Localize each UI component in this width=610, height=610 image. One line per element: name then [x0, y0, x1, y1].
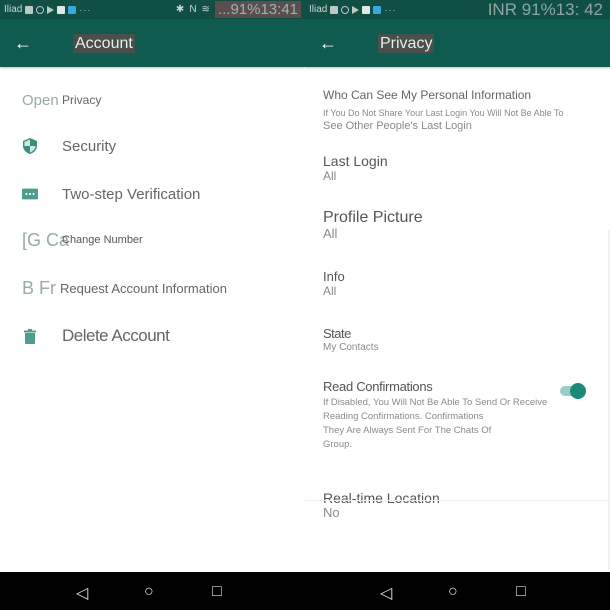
back-arrow-icon[interactable]: ←	[14, 33, 44, 54]
section-header: Who Can See My Personal Information If Y…	[323, 88, 610, 133]
privacy-settings-list: Who Can See My Personal Information If Y…	[323, 80, 610, 520]
section-note: See Other People's Last Login	[323, 120, 472, 132]
status-bar: Iliad ··· ✱ N ≋ ...91%13:41	[0, 0, 305, 19]
play-icon	[352, 5, 360, 14]
privacy-item-last-login[interactable]: Last Login All	[323, 153, 610, 183]
mail-icon	[330, 5, 339, 14]
sync-icon	[341, 5, 350, 14]
status-left: Iliad ···	[4, 4, 91, 15]
privacy-item-value: All	[323, 226, 338, 241]
section-title: Who Can See My Personal Information	[323, 88, 532, 102]
status-left: Iliad ···	[309, 4, 396, 15]
privacy-item-description: Group.	[323, 439, 353, 450]
more-notifications-icon: ···	[384, 4, 397, 15]
nav-home-button[interactable]: ○	[144, 583, 154, 601]
battery-time-label: ...91%13:41	[214, 1, 301, 18]
battery-time-label: INR 91%13: 42	[487, 0, 603, 19]
carrier-label: Iliad	[4, 4, 23, 15]
settings-item-security[interactable]: Security	[0, 120, 305, 172]
privacy-item-description: Reading Confirmations. Confirmations	[323, 411, 484, 422]
sync-icon	[36, 5, 45, 14]
privacy-item-realtime-location[interactable]: Real-time Location No	[323, 490, 610, 520]
settings-item-label: Two-step Verification	[62, 185, 201, 203]
app-toolbar: ← Privacy	[305, 19, 610, 67]
dots-icon	[22, 186, 38, 202]
section-note: If You Do Not Share Your Last Login You …	[323, 108, 564, 118]
privacy-item-value: No	[323, 505, 340, 520]
nav-back-button[interactable]: ◁	[76, 583, 88, 603]
privacy-item-description: They Are Always Sent For The Chats Of	[323, 425, 492, 436]
settings-item-request-account-info[interactable]: B Fr Request Account Information	[0, 264, 305, 312]
app-icon	[57, 5, 66, 14]
privacy-item-description: If Disabled, You Will Not Be Able To Sen…	[323, 397, 548, 408]
privacy-item-value: My Contacts	[323, 342, 379, 353]
privacy-item-read-confirmations[interactable]: Read Confirmations If Disabled, You Will…	[323, 379, 610, 452]
lock-icon: Open	[22, 91, 59, 109]
privacy-item-info[interactable]: Info All	[323, 269, 610, 298]
privacy-item-profile-picture[interactable]: Profile Picture All	[323, 209, 610, 241]
play-icon	[47, 5, 55, 14]
settings-item-delete-account[interactable]: Delete Account	[0, 312, 305, 360]
privacy-item-title: Profile Picture	[323, 209, 423, 226]
privacy-item-title: Info	[323, 269, 345, 284]
bluetooth-icon: ✱	[175, 4, 185, 15]
status-right: ✱ N ≋ ...91%13:41	[176, 1, 301, 18]
account-screen: Iliad ··· ✱ N ≋ ...91%13:41 ← Account Op…	[0, 0, 305, 572]
nfc-icon: N	[189, 4, 197, 15]
document-icon: B Fr	[22, 277, 56, 298]
page-title: Account	[73, 33, 135, 53]
privacy-item-title: State	[323, 326, 351, 341]
nav-back-button[interactable]: ◁	[380, 583, 392, 603]
settings-item-label: Security	[62, 137, 117, 155]
status-bar: Iliad ··· INR 91%13: 42	[305, 0, 610, 19]
privacy-screen: Iliad ··· INR 91%13: 42 ← Privacy Who Ca…	[305, 0, 610, 572]
settings-item-label: Privacy	[62, 93, 102, 107]
settings-item-two-step-verification[interactable]: Two-step Verification	[0, 172, 305, 216]
wifi-icon: ≋	[201, 4, 210, 15]
back-arrow-icon[interactable]: ←	[319, 33, 349, 54]
app-icon	[68, 5, 77, 14]
privacy-item-value: All	[323, 284, 337, 298]
screens: Iliad ··· ✱ N ≋ ...91%13:41 ← Account Op…	[0, 0, 610, 572]
status-right: INR 91%13: 42	[485, 1, 606, 18]
app-icon	[362, 5, 371, 14]
settings-item-privacy[interactable]: Open Privacy	[0, 80, 305, 120]
privacy-item-title: Real-time Location	[323, 490, 440, 506]
toggle-thumb	[570, 383, 586, 399]
nav-recents-button[interactable]: □	[212, 583, 222, 601]
carrier-label: Iliad	[309, 4, 328, 15]
privacy-item-value: All	[323, 169, 337, 183]
app-toolbar: ← Account	[0, 19, 305, 67]
trash-icon	[22, 328, 38, 344]
privacy-item-state[interactable]: State My Contacts	[323, 326, 610, 355]
mail-icon	[25, 5, 34, 14]
nav-recents-button[interactable]: □	[516, 583, 526, 601]
settings-item-label: Change Number	[62, 234, 143, 246]
divider	[305, 500, 610, 501]
app-icon	[373, 5, 382, 14]
privacy-item-title: Last Login	[323, 153, 388, 169]
settings-item-change-number[interactable]: [G Ca Change Number	[0, 216, 305, 264]
system-nav-bar: ◁ ○ □ ◁ ○ □	[0, 572, 610, 610]
read-confirmations-toggle[interactable]	[558, 383, 586, 399]
nav-home-button[interactable]: ○	[448, 583, 458, 601]
account-settings-list: Open Privacy Security Two-step Verificat…	[0, 80, 305, 360]
settings-item-label: Delete Account	[62, 326, 170, 345]
page-title: Privacy	[378, 33, 435, 53]
shield-icon	[22, 138, 38, 154]
settings-item-label: Request Account Information	[60, 280, 227, 296]
more-notifications-icon: ···	[79, 4, 92, 15]
